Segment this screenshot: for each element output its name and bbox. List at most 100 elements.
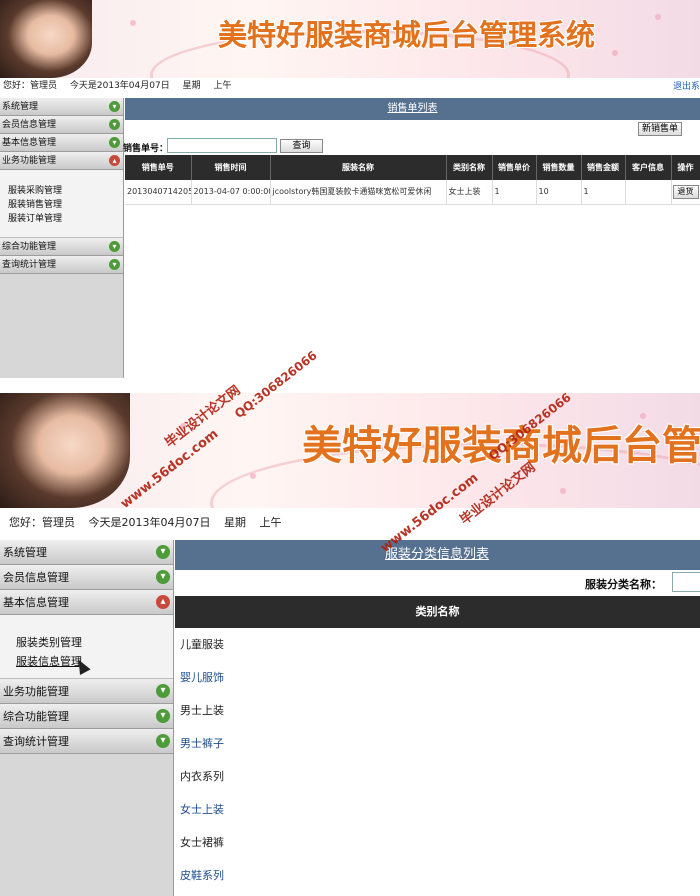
sidebar-item-comprehensive[interactable]: 综合功能管理 ▾ (0, 238, 123, 256)
submenu-item-product[interactable]: 服装信息管理 (16, 652, 173, 671)
column-header[interactable]: 类别名称 (416, 605, 460, 618)
return-button[interactable]: 退货 (672, 184, 699, 199)
sidebar-item-member[interactable]: 会员信息管理 ▾ (0, 565, 173, 590)
sidebar-item-query[interactable]: 查询统计管理 ▾ (0, 256, 123, 274)
column-header[interactable]: 销售时间 (191, 155, 271, 180)
sidebar-item-label: 综合功能管理 (2, 242, 57, 252)
column-header[interactable]: 销售金额 (581, 155, 626, 180)
collapse-icon: ▴ (109, 155, 120, 166)
expand-icon: ▾ (109, 101, 120, 112)
sidebar-item-business[interactable]: 业务功能管理 ▾ (0, 679, 173, 704)
query-button[interactable]: 查询 (280, 139, 323, 153)
sidebar-item-label: 系统管理 (3, 546, 47, 559)
column-header[interactable]: 服装名称 (270, 155, 447, 180)
sidebar-item-basic[interactable]: 基本信息管理 ▾ (0, 134, 123, 152)
expand-icon: ▾ (109, 137, 120, 148)
model-photo (0, 393, 130, 508)
cell-sale-time: 2013-04-07 0:00:00 (191, 180, 271, 205)
header-banner: 美特好服装商城后台管理系统 (0, 0, 700, 78)
sidebar-item-system[interactable]: 系统管理 ▾ (0, 540, 173, 565)
expand-icon: ▾ (156, 734, 170, 748)
column-header[interactable]: 销售单价 (492, 155, 537, 180)
cell-sale-number: 20130407142056 (125, 180, 192, 205)
screenshot-sales-list: 美特好服装商城后台管理系统 您好：管理员 今天是2013年04月07日 星期 上… (0, 0, 700, 378)
list-item[interactable]: 男士裤子 (175, 727, 700, 760)
list-item[interactable]: 女士上装 (175, 793, 700, 826)
sidebar-item-label: 系统管理 (2, 102, 39, 112)
logout-link[interactable]: 退出系 (673, 79, 700, 95)
cell-customer (625, 180, 672, 205)
submenu-item-sales[interactable]: 服装销售管理 (8, 198, 123, 212)
sidebar-item-system[interactable]: 系统管理 ▾ (0, 98, 123, 116)
page-title: 销售单列表 (125, 98, 700, 120)
search-label: 销售单号： (123, 144, 169, 154)
weekday-text: 星期 (182, 81, 201, 91)
sidebar-item-business[interactable]: 业务功能管理 ▴ (0, 152, 123, 170)
model-photo (0, 0, 92, 78)
business-submenu: 服装采购管理 服装销售管理 服装订单管理 (0, 170, 123, 238)
list-item[interactable]: 儿童服装 (175, 628, 700, 661)
app-title: 美特好服装商城后台管理系统 (218, 18, 596, 52)
list-item[interactable]: 男士上装 (175, 694, 700, 727)
expand-icon: ▾ (156, 684, 170, 698)
expand-icon: ▾ (156, 709, 170, 723)
cell-action: 退货 (671, 180, 700, 205)
sidebar-item-query[interactable]: 查询统计管理 ▾ (0, 729, 173, 754)
table-header-row: 销售单号 销售时间 服装名称 类别名称 销售单价 销售数量 销售金额 客户信息 … (125, 155, 700, 180)
column-header[interactable]: 销售数量 (536, 155, 582, 180)
screenshot-separator (0, 378, 700, 393)
sidebar-item-label: 查询统计管理 (2, 260, 57, 270)
sidebar-item-label: 查询统计管理 (3, 735, 69, 748)
header-banner: 美特好服装商城后台管理系统 (0, 393, 700, 508)
submenu-item-purchase[interactable]: 服装采购管理 (8, 184, 123, 198)
page-title: 服装分类信息列表 (175, 540, 700, 570)
column-header[interactable]: 类别名称 (446, 155, 493, 180)
greeting-text: 您好：管理员 (9, 516, 75, 529)
weekday-text: 星期 (224, 516, 246, 529)
category-name-input[interactable] (672, 572, 700, 592)
expand-icon: ▾ (109, 119, 120, 130)
date-text: 今天是2013年04月07日 (88, 516, 211, 529)
sidebar-item-basic[interactable]: 基本信息管理 ▴ (0, 590, 173, 615)
main-panel: 服装分类信息列表 服装分类名称： 类别名称 儿童服装 婴儿服饰 男士上装 男士裤… (175, 540, 700, 896)
sidebar-item-label: 业务功能管理 (2, 156, 57, 166)
expand-icon: ▾ (156, 545, 170, 559)
category-table-header: 类别名称 (175, 596, 700, 628)
list-item[interactable]: 婴儿服饰 (175, 661, 700, 694)
greeting-bar: 您好：管理员 今天是2013年04月07日 星期 上午 (0, 508, 700, 540)
column-header[interactable]: 操作 (671, 155, 700, 180)
list-item[interactable]: 皮鞋系列 (175, 859, 700, 892)
new-sale-button[interactable]: 新销售单 (638, 122, 682, 136)
expand-icon: ▾ (109, 259, 120, 270)
category-list: 儿童服装 婴儿服饰 男士上装 男士裤子 内衣系列 女士上装 女士裙裤 皮鞋系列 (175, 628, 700, 892)
column-header[interactable]: 销售单号 (125, 155, 192, 180)
expand-icon: ▾ (109, 241, 120, 252)
sidebar-item-label: 综合功能管理 (3, 710, 69, 723)
sidebar-item-member[interactable]: 会员信息管理 ▾ (0, 116, 123, 134)
greeting-bar: 您好：管理员 今天是2013年04月07日 星期 上午 退出系 (0, 78, 700, 98)
sidebar: 系统管理 ▾ 会员信息管理 ▾ 基本信息管理 ▾ 业务功能管理 ▴ 服装采购管理… (0, 98, 124, 378)
period-text: 上午 (259, 516, 282, 529)
search-label: 服装分类名称： (585, 578, 662, 591)
table-row: 20130407142056 2013-04-07 0:00:00 jcools… (125, 180, 700, 205)
sidebar: 系统管理 ▾ 会员信息管理 ▾ 基本信息管理 ▴ 服装类别管理 服装信息管理 业… (0, 540, 174, 896)
sidebar-item-label: 会员信息管理 (2, 120, 57, 130)
sidebar-item-comprehensive[interactable]: 综合功能管理 ▾ (0, 704, 173, 729)
screenshot-category-list: 美特好服装商城后台管理系统 您好：管理员 今天是2013年04月07日 星期 上… (0, 393, 700, 896)
sidebar-item-label: 基本信息管理 (2, 138, 57, 148)
list-item[interactable]: 内衣系列 (175, 760, 700, 793)
sidebar-item-label: 基本信息管理 (3, 596, 69, 609)
column-header[interactable]: 客户信息 (625, 155, 672, 180)
submenu-item-orders[interactable]: 服装订单管理 (8, 212, 123, 226)
list-item[interactable]: 女士裙裤 (175, 826, 700, 859)
date-text: 今天是2013年04月07日 (69, 81, 170, 91)
period-text: 上午 (213, 81, 232, 91)
sidebar-item-label: 会员信息管理 (3, 571, 69, 584)
expand-icon: ▾ (156, 570, 170, 584)
main-panel: 销售单列表 新销售单 销售单号： 查询 销售单号 销售时间 服装名称 类别名称 … (123, 98, 700, 378)
sale-number-input[interactable] (167, 138, 277, 153)
submenu-item-category[interactable]: 服装类别管理 (16, 633, 173, 652)
sales-table: 销售单号 销售时间 服装名称 类别名称 销售单价 销售数量 销售金额 客户信息 … (125, 155, 700, 205)
cell-product-name: jcoolstory韩国夏装款卡通猫咪宽松可爱休闲 (270, 180, 447, 205)
greeting-text: 您好：管理员 (3, 81, 58, 91)
